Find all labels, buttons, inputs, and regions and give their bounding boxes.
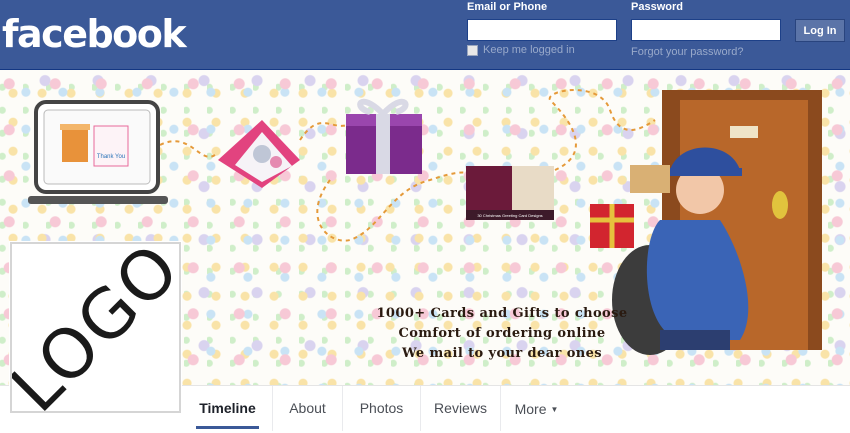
tab-about[interactable]: About: [272, 386, 342, 431]
email-input[interactable]: [467, 19, 617, 41]
tab-label: Reviews: [434, 400, 487, 416]
facebook-logo[interactable]: facebook: [2, 12, 187, 56]
keep-logged-in-label[interactable]: Keep me logged in: [483, 44, 575, 56]
tab-photos[interactable]: Photos: [342, 386, 420, 431]
tab-timeline[interactable]: Timeline: [196, 386, 259, 431]
tab-label: More: [514, 401, 547, 417]
greeting-card-icon: [218, 120, 300, 188]
password-input[interactable]: [631, 19, 781, 41]
top-bar: facebook Email or Phone Password Log In …: [0, 0, 850, 70]
card-book-text: 30 Christmas Greeting Card Designs: [477, 213, 542, 218]
laptop-icon: Thank You: [28, 100, 168, 204]
tab-more[interactable]: More ▼: [500, 386, 572, 431]
laptop-card-text: Thank You: [97, 154, 125, 160]
email-label: Email or Phone: [467, 1, 548, 13]
tab-label: About: [289, 400, 326, 416]
card-book-icon: 30 Christmas Greeting Card Designs: [466, 166, 554, 220]
gift-box-icon: [346, 98, 422, 174]
tagline-line: We mail to your dear ones: [401, 346, 603, 361]
tagline-line: Comfort of ordering online: [398, 326, 606, 341]
keep-logged-in-row[interactable]: Keep me logged in: [467, 44, 575, 56]
profile-logo-text: LOGO: [10, 242, 181, 413]
login-button[interactable]: Log In: [795, 19, 845, 42]
forgot-password-link[interactable]: Forgot your password?: [631, 46, 744, 58]
cover-tagline: 1000+ Cards and Gifts to choose Comfort …: [352, 304, 652, 364]
keep-logged-in-checkbox[interactable]: [467, 44, 478, 56]
tab-reviews[interactable]: Reviews: [420, 386, 500, 431]
password-label: Password: [631, 1, 683, 13]
profile-picture[interactable]: LOGO: [10, 242, 181, 413]
tagline-line: 1000+ Cards and Gifts to choose: [376, 306, 628, 321]
tab-label: Photos: [359, 400, 404, 416]
tab-label: Timeline: [199, 400, 256, 416]
caret-down-icon: ▼: [550, 405, 559, 414]
